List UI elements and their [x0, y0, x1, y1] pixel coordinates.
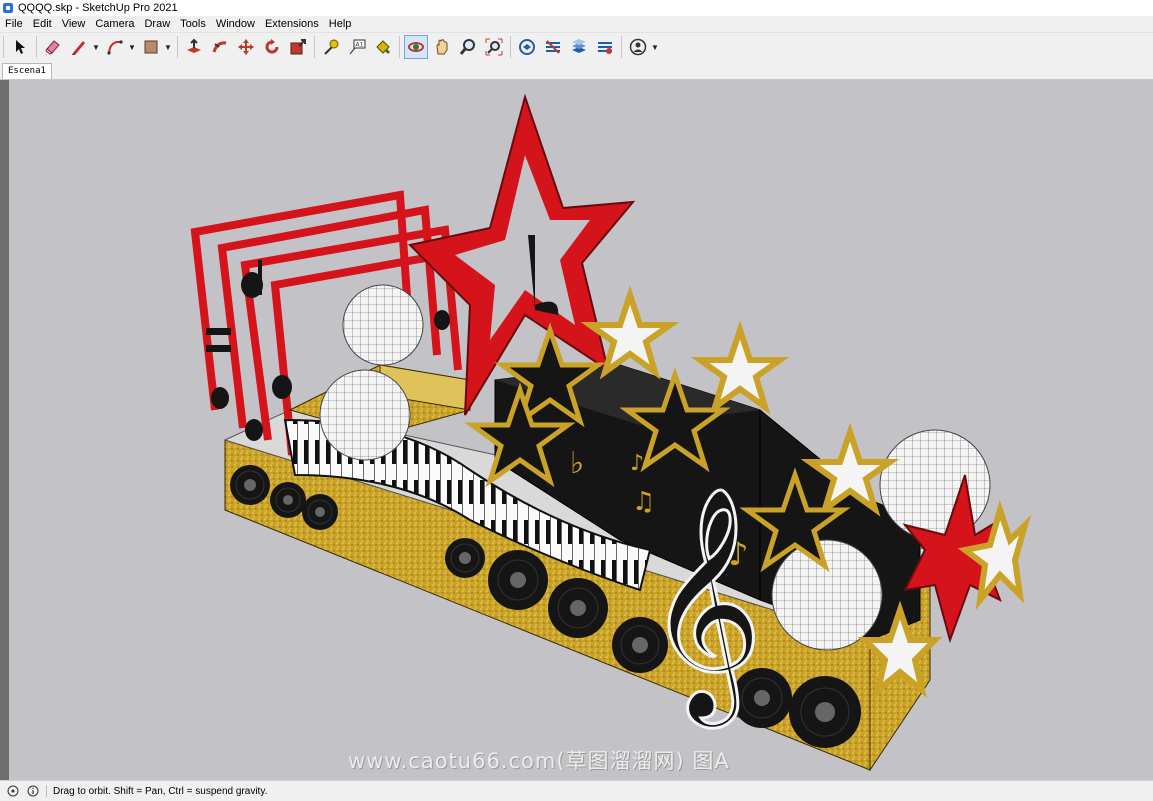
layout-icon — [572, 39, 586, 53]
push-pull-tool-button[interactable] — [182, 35, 206, 59]
menu-window[interactable]: Window — [211, 18, 260, 30]
account-icon — [629, 38, 647, 56]
layout-button[interactable] — [567, 35, 591, 59]
svg-text:♪: ♪ — [630, 451, 644, 476]
shape-dropdown-arrow[interactable]: ▼ — [164, 43, 172, 52]
toolbar-grip — [3, 36, 4, 58]
toolbar-separator — [621, 36, 622, 58]
paint-bucket-icon — [376, 40, 391, 55]
zoom-tool-button[interactable] — [456, 35, 480, 59]
watermark-text: www.caotu66.com(草图溜溜网) 图A — [348, 749, 730, 773]
push-pull-icon — [187, 38, 201, 53]
orbit-icon — [408, 42, 424, 52]
scale-icon — [290, 39, 306, 55]
rotate-icon — [265, 39, 279, 54]
extension-warehouse-icon — [546, 40, 560, 54]
toolbar-separator — [314, 36, 315, 58]
scene-tab-bar: Escena1 — [0, 61, 1153, 80]
instructor-info-icon[interactable] — [26, 784, 40, 798]
sketchup-app-icon — [3, 3, 13, 13]
account-button[interactable] — [626, 35, 650, 59]
menu-extensions[interactable]: Extensions — [260, 18, 324, 30]
extension-warehouse-button[interactable] — [541, 35, 565, 59]
svg-text:A1: A1 — [356, 42, 364, 49]
arc-dropdown-arrow[interactable]: ▼ — [128, 43, 136, 52]
text-label-icon: A1 — [349, 39, 366, 55]
toolbar-separator — [510, 36, 511, 58]
status-hint-text: Drag to orbit. Shift = Pan, Ctrl = suspe… — [53, 785, 268, 797]
pan-tool-button[interactable] — [430, 35, 454, 59]
menu-view[interactable]: View — [57, 18, 91, 30]
line-dropdown-arrow[interactable]: ▼ — [92, 43, 100, 52]
account-dropdown-arrow[interactable]: ▼ — [651, 43, 659, 52]
select-arrow-icon — [16, 40, 25, 54]
scale-tool-button[interactable] — [286, 35, 310, 59]
move-icon — [238, 39, 254, 55]
pan-icon — [436, 39, 448, 55]
rectangle-icon — [144, 40, 158, 54]
follow-me-tool-button[interactable] — [208, 35, 232, 59]
menu-draw[interactable]: Draw — [139, 18, 175, 30]
treble-clef: 𝄞 — [644, 484, 765, 730]
3d-warehouse-button[interactable] — [515, 35, 539, 59]
select-tool-button[interactable] — [8, 35, 32, 59]
tape-measure-icon — [324, 39, 339, 55]
arc-icon — [107, 40, 123, 55]
move-tool-button[interactable] — [234, 35, 258, 59]
zoom-extents-icon — [485, 38, 503, 56]
toolbar-separator — [399, 36, 400, 58]
line-tool-button[interactable] — [67, 35, 91, 59]
orbit-tool-button[interactable] — [404, 35, 428, 59]
pencil-line-icon — [72, 41, 85, 55]
tape-measure-tool-button[interactable] — [319, 35, 343, 59]
extension-manager-icon — [598, 42, 612, 54]
extension-manager-button[interactable] — [593, 35, 617, 59]
arc-tool-button[interactable] — [103, 35, 127, 59]
3d-warehouse-icon — [519, 39, 535, 55]
rectangle-tool-button[interactable] — [139, 35, 163, 59]
eraser-icon — [45, 40, 60, 55]
scene-tab-escena1[interactable]: Escena1 — [2, 63, 52, 79]
parade-float-model: ♭ ♪ ♫ ♪ 𝄞 — [190, 93, 1032, 772]
text-tool-button[interactable]: A1 — [345, 35, 369, 59]
zoom-extents-tool-button[interactable] — [482, 35, 506, 59]
paint-bucket-tool-button[interactable] — [371, 35, 395, 59]
svg-text:♭: ♭ — [570, 446, 584, 481]
menu-camera[interactable]: Camera — [90, 18, 139, 30]
follow-me-icon — [212, 41, 227, 53]
main-toolbar: ▼ ▼ ▼ A1 ▼ — [0, 33, 1153, 61]
menu-bar: File Edit View Camera Draw Tools Window … — [0, 16, 1153, 33]
toolbar-separator — [36, 36, 37, 58]
status-bar: Drag to orbit. Shift = Pan, Ctrl = suspe… — [0, 780, 1153, 801]
toolbar-separator — [177, 36, 178, 58]
zoom-icon — [459, 39, 475, 55]
menu-tools[interactable]: Tools — [175, 18, 211, 30]
status-separator — [46, 785, 47, 797]
geolocation-icon[interactable] — [6, 784, 20, 798]
rotate-tool-button[interactable] — [260, 35, 284, 59]
model-viewport[interactable]: ♭ ♪ ♫ ♪ 𝄞 www.caotu66.com(草图溜溜网) 图A — [0, 80, 1153, 780]
window-title: QQQQ.skp - SketchUp Pro 2021 — [18, 2, 178, 14]
menu-help[interactable]: Help — [324, 18, 357, 30]
eraser-tool-button[interactable] — [41, 35, 65, 59]
svg-text:𝄞: 𝄞 — [645, 485, 763, 728]
menu-file[interactable]: File — [0, 18, 28, 30]
title-bar: QQQQ.skp - SketchUp Pro 2021 — [0, 0, 1153, 16]
menu-edit[interactable]: Edit — [28, 18, 57, 30]
